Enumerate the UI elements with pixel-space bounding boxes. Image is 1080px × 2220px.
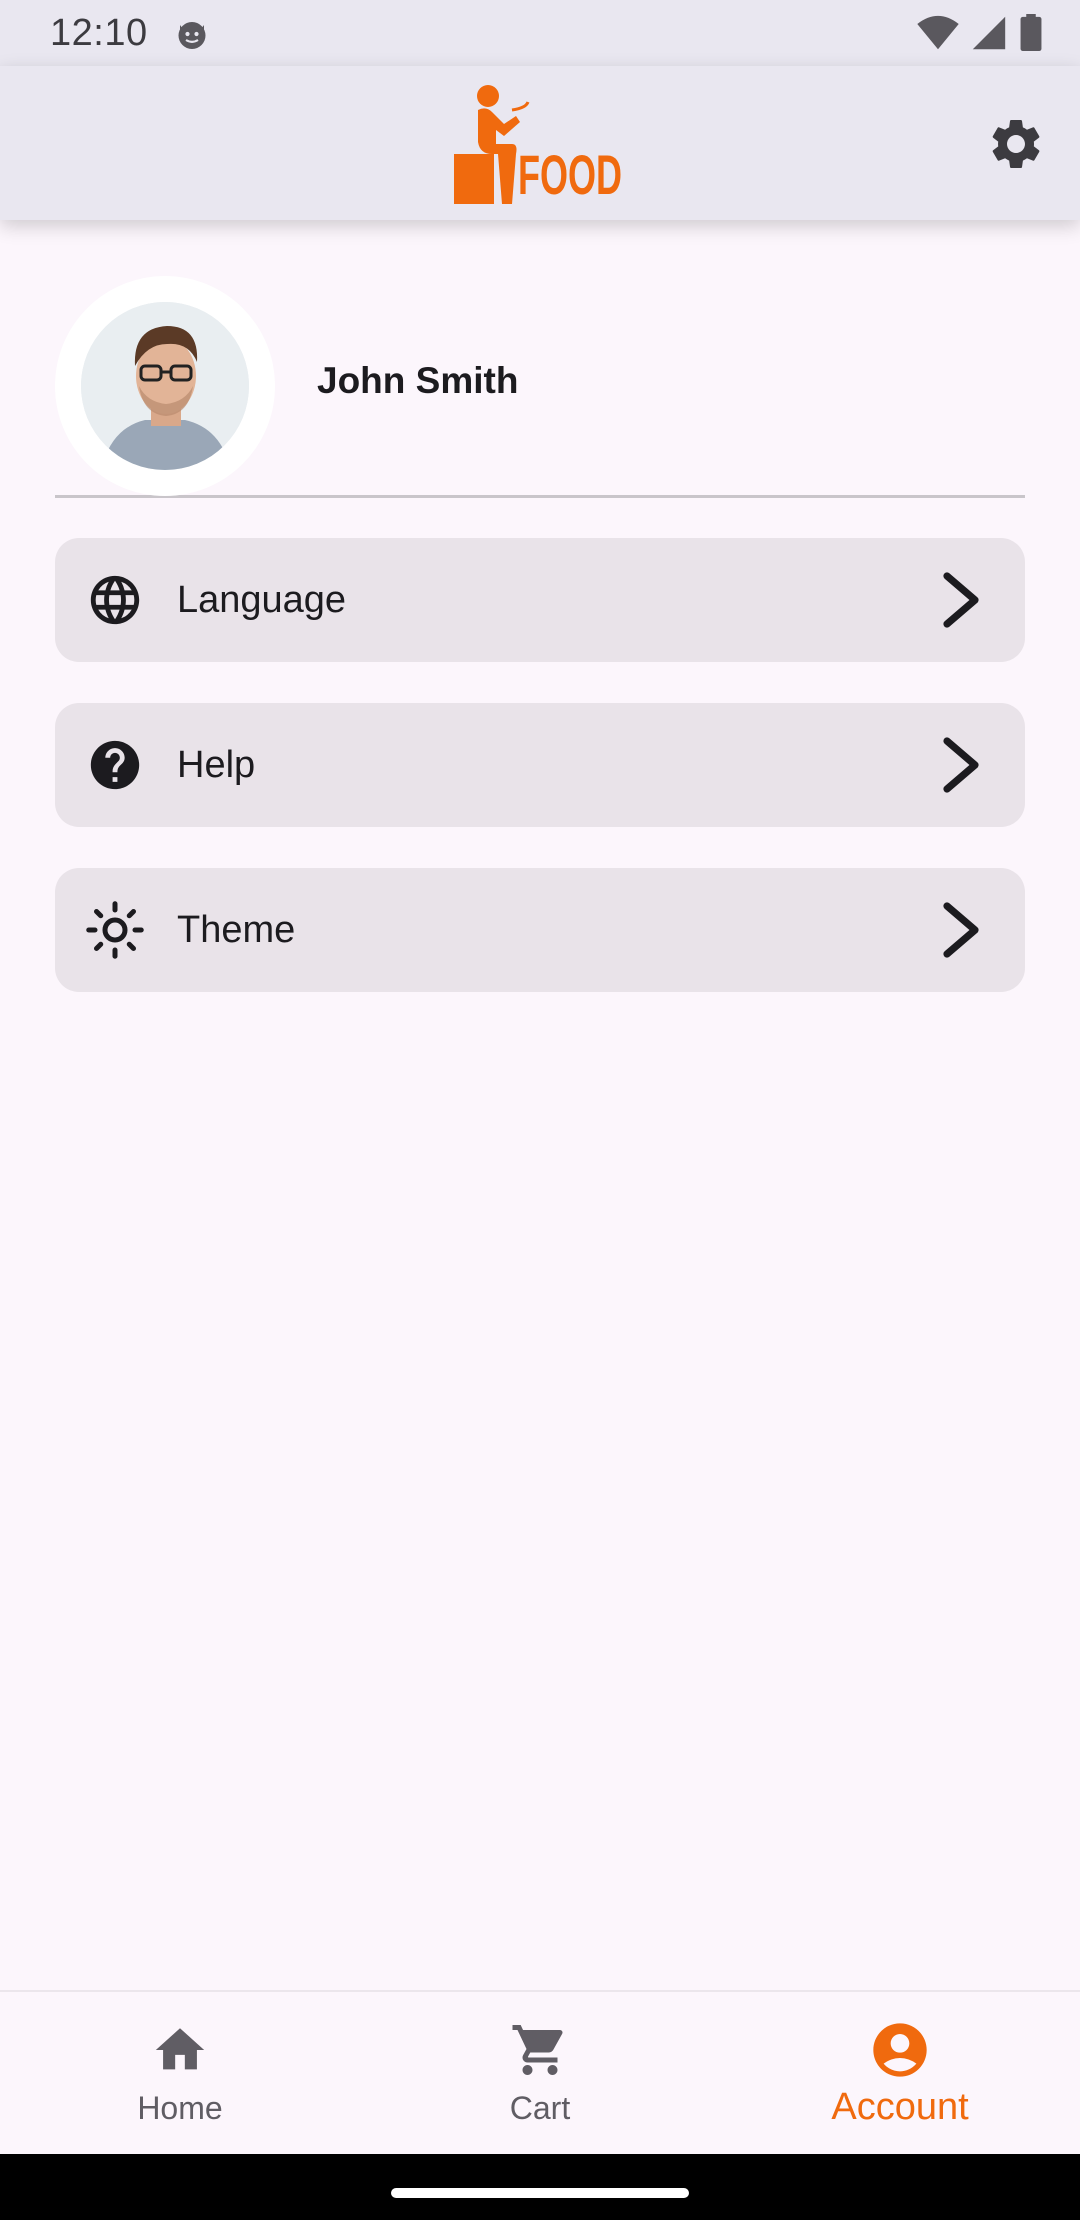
globe-icon: [85, 570, 145, 630]
wifi-icon: [917, 15, 959, 50]
profile-name: John Smith: [317, 360, 519, 401]
account-circle-icon: [868, 2018, 932, 2082]
system-gesture-bar: [0, 2154, 1080, 2220]
menu-item-label: Language: [177, 578, 347, 621]
gear-icon: [992, 119, 1040, 168]
cart-icon: [508, 2018, 572, 2082]
avatar[interactable]: [81, 302, 249, 470]
chevron-right-icon: [943, 572, 979, 628]
cat-notification-icon: [178, 22, 206, 49]
nav-item-label: Home: [137, 2090, 223, 2126]
home-icon: [148, 2018, 212, 2082]
menu-item-theme[interactable]: Theme: [55, 868, 1025, 992]
app-bar: FOOD: [0, 66, 1080, 220]
nav-item-home[interactable]: Home: [0, 1992, 360, 2156]
status-icons: [916, 14, 1044, 52]
battery-icon: [1020, 14, 1042, 52]
sun-icon: [85, 900, 145, 960]
status-bar: 12:10: [0, 0, 1080, 66]
settings-button[interactable]: [982, 110, 1050, 178]
nav-item-label: Account: [831, 2086, 969, 2128]
nav-item-label: Cart: [509, 2090, 571, 2126]
svg-text:FOOD: FOOD: [518, 143, 622, 206]
menu-item-label: Theme: [177, 908, 296, 951]
nav-item-cart[interactable]: Cart: [360, 1992, 720, 2156]
signal-icon: [972, 16, 1006, 50]
menu-item-label: Help: [177, 743, 256, 786]
home-gesture-handle[interactable]: [391, 2188, 689, 2198]
profile-header: John Smith: [55, 276, 1025, 498]
nav-item-account[interactable]: Account: [720, 1992, 1080, 2156]
menu-item-help[interactable]: Help: [55, 703, 1025, 827]
menu-item-language[interactable]: Language: [55, 538, 1025, 662]
chevron-right-icon: [943, 737, 979, 793]
avatar-ring: [55, 276, 275, 496]
bottom-navigation: Home Cart Account: [0, 1990, 1080, 2154]
help-circle-icon: [85, 735, 145, 795]
chevron-right-icon: [943, 902, 979, 958]
status-time: 12:10: [50, 12, 148, 54]
avatar-photo: [81, 302, 249, 470]
food-logo: FOOD: [454, 85, 622, 206]
